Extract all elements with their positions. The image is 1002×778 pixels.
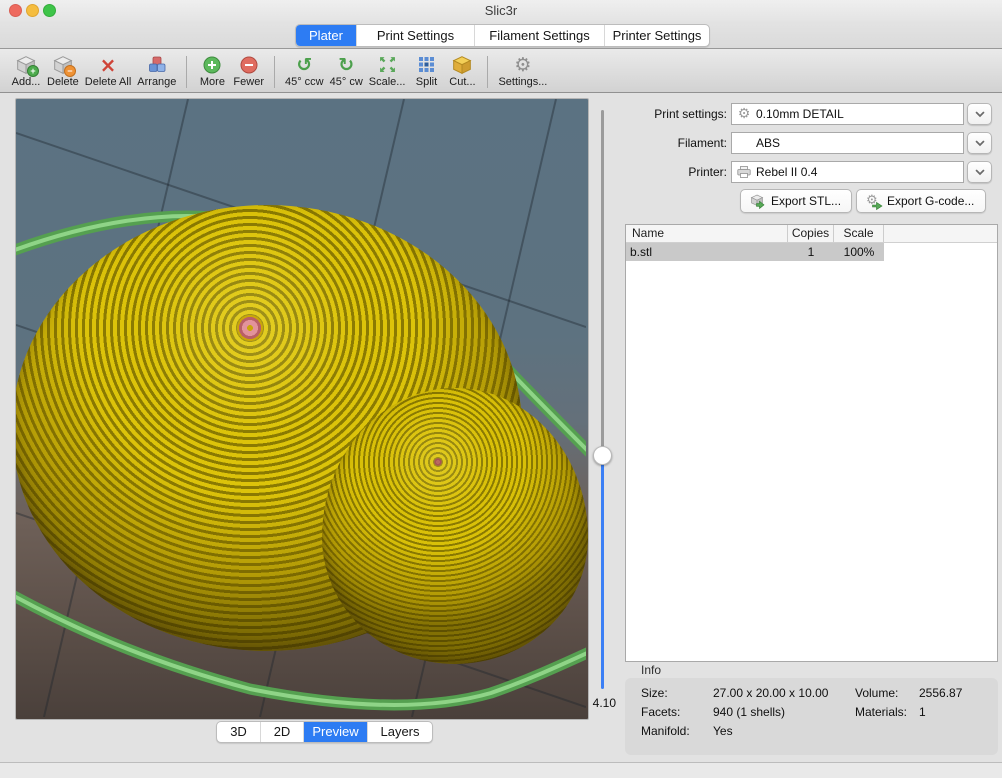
filament-combo[interactable]: ABS [731, 132, 964, 154]
cell-scale: 100% [834, 243, 884, 261]
add-button[interactable]: + Add... [11, 53, 41, 89]
view-mode-tabs: 3D 2D Preview Layers [216, 721, 433, 743]
chevron-down-icon [975, 169, 985, 176]
volume-label: Volume: [855, 686, 898, 700]
print-settings-dropdown-button[interactable] [967, 103, 992, 125]
add-icon: + [16, 53, 36, 76]
tab-2d[interactable]: 2D [261, 722, 304, 742]
split-button[interactable]: Split [411, 53, 441, 89]
object-list-table[interactable]: Name Copies Scale b.stl 1 100% [625, 224, 998, 662]
materials-value: 1 [919, 705, 926, 719]
volume-value: 2556.87 [919, 686, 962, 700]
delete-icon: − [53, 53, 73, 76]
export-stl-icon [750, 194, 765, 209]
cell-copies: 1 [788, 243, 834, 261]
gear-icon: ⚙ [732, 106, 756, 122]
delete-button[interactable]: − Delete [47, 53, 79, 89]
slic3r-window: Slic3r Plater Print Settings Filament Se… [0, 0, 1002, 778]
cell-name: b.stl [626, 243, 788, 261]
printer-label: Printer: [625, 161, 727, 183]
more-icon [203, 53, 221, 76]
object-list-header: Name Copies Scale [626, 225, 997, 243]
size-value: 27.00 x 20.00 x 10.00 [713, 686, 828, 700]
layer-slider-thumb[interactable] [593, 446, 612, 465]
rotate-cw-button[interactable]: ↻ 45° cw [330, 53, 363, 89]
window-title: Slic3r [0, 0, 1002, 21]
tab-preview[interactable]: Preview [304, 722, 368, 742]
rotate-cw-icon: ↻ [338, 53, 354, 76]
info-section-title: Info [641, 663, 661, 677]
print-settings-label: Print settings: [625, 103, 727, 125]
settings-button[interactable]: ⚙ Settings... [498, 53, 547, 89]
scale-icon [379, 53, 396, 76]
filament-dropdown-button[interactable] [967, 132, 992, 154]
toolbar-separator [487, 56, 488, 88]
print-settings-combo[interactable]: ⚙ 0.10mm DETAIL [731, 103, 964, 125]
column-header-scale[interactable]: Scale [834, 225, 884, 242]
cut-icon [452, 53, 472, 76]
layer-slider-track-filled[interactable] [601, 456, 604, 689]
fewer-button[interactable]: Fewer [233, 53, 264, 89]
manifold-value: Yes [713, 724, 733, 738]
column-header-name[interactable]: Name [626, 225, 788, 242]
facets-label: Facets: [641, 705, 680, 719]
model-small-dome-apex [433, 457, 443, 467]
toolbar-separator [186, 56, 187, 88]
size-label: Size: [641, 686, 668, 700]
tab-printer-settings[interactable]: Printer Settings [605, 25, 709, 46]
settings-tabs: Plater Print Settings Filament Settings … [295, 24, 710, 47]
table-row-selected[interactable]: b.stl 1 100% [626, 243, 884, 261]
filament-label: Filament: [625, 132, 727, 154]
cut-button[interactable]: Cut... [447, 53, 477, 89]
export-gcode-icon: ⚙ [866, 194, 881, 209]
layer-slider-track[interactable] [601, 110, 604, 456]
materials-label: Materials: [855, 705, 907, 719]
more-button[interactable]: More [197, 53, 227, 89]
facets-value: 940 (1 shells) [713, 705, 785, 719]
settings-tab-row: Plater Print Settings Filament Settings … [0, 21, 1002, 48]
delete-all-button[interactable]: × Delete All [85, 53, 131, 89]
plater-3d-viewport[interactable] [15, 98, 589, 720]
rotate-ccw-button[interactable]: ↺ 45° ccw [285, 53, 324, 89]
export-stl-button[interactable]: Export STL... [740, 189, 852, 213]
printer-combo[interactable]: Rebel II 0.4 [731, 161, 964, 183]
printer-dropdown-button[interactable] [967, 161, 992, 183]
chevron-down-icon [975, 111, 985, 118]
split-icon [418, 53, 435, 76]
printer-icon [732, 166, 756, 178]
rotate-ccw-icon: ↺ [296, 53, 312, 76]
layer-slider-value: 4.10 [584, 696, 616, 710]
chevron-down-icon [975, 140, 985, 147]
tab-layers[interactable]: Layers [368, 722, 432, 742]
info-box: Size: 27.00 x 20.00 x 10.00 Volume: 2556… [625, 678, 998, 755]
scale-button[interactable]: Scale... [369, 53, 406, 89]
tab-3d[interactable]: 3D [217, 722, 261, 742]
gear-icon: ⚙ [514, 53, 531, 76]
export-gcode-button[interactable]: ⚙ Export G-code... [856, 189, 986, 213]
column-header-copies[interactable]: Copies [788, 225, 834, 242]
statusbar [0, 763, 1002, 778]
tab-print-settings[interactable]: Print Settings [357, 25, 475, 46]
title-bar: Slic3r [0, 0, 1002, 21]
model-large-dome-apex [235, 313, 265, 343]
arrange-button[interactable]: Arrange [137, 53, 176, 89]
fewer-icon [240, 53, 258, 76]
tab-plater[interactable]: Plater [296, 25, 357, 46]
manifold-label: Manifold: [641, 724, 690, 738]
delete-all-icon: × [100, 53, 117, 76]
tab-filament-settings[interactable]: Filament Settings [475, 25, 605, 46]
arrange-icon [147, 53, 167, 76]
toolbar: + Add... − Delete × Delete All Arrang [0, 48, 1002, 93]
toolbar-separator [274, 56, 275, 88]
